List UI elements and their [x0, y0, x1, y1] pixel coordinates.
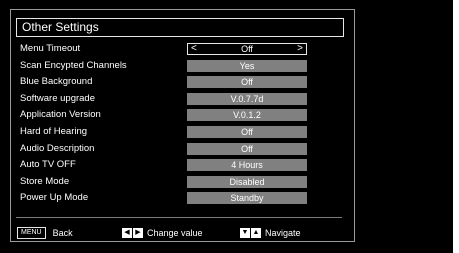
setting-value[interactable]: V.0.7.7d — [187, 92, 307, 105]
navigate-label: Navigate — [265, 227, 301, 238]
setting-label: Menu Timeout — [20, 43, 81, 54]
menu-key-icon: MENU — [17, 226, 46, 239]
footer-back-hint[interactable]: MENU Back — [17, 225, 73, 239]
setting-label: Application Version — [20, 109, 101, 121]
setting-value-selector[interactable]: < Off > — [187, 43, 307, 55]
up-arrow-key-icon: ▲ — [251, 227, 261, 238]
setting-label: Audio Description — [20, 142, 95, 154]
setting-label: Hard of Hearing — [20, 125, 88, 137]
setting-label: Blue Background — [20, 76, 93, 88]
arrow-left-icon[interactable]: < — [191, 44, 197, 54]
setting-row-software-upgrade[interactable]: Software upgrade V.0.7.7d — [16, 91, 346, 108]
footer-change-hint: ◀ ▶ Change value — [122, 225, 203, 239]
setting-label: Software upgrade — [20, 92, 95, 104]
change-value-label: Change value — [147, 227, 203, 238]
settings-list: Menu Timeout < Off > Scan Encypted Chann… — [16, 41, 346, 207]
setting-label: Scan Encypted Channels — [20, 59, 127, 71]
footer-navigate-hint: ▼ ▲ Navigate — [240, 225, 301, 239]
setting-value[interactable]: Off — [187, 76, 307, 89]
setting-label: Power Up Mode — [20, 192, 89, 204]
down-arrow-key-icon: ▼ — [240, 227, 250, 238]
setting-value[interactable]: Disabled — [187, 175, 307, 188]
footer-divider — [16, 217, 342, 218]
setting-row-hard-of-hearing[interactable]: Hard of Hearing Off — [16, 124, 346, 141]
right-arrow-key-icon: ▶ — [133, 227, 143, 238]
setting-row-power-up-mode[interactable]: Power Up Mode Standby — [16, 190, 346, 207]
setting-row-auto-tv-off[interactable]: Auto TV OFF 4 Hours — [16, 157, 346, 174]
setting-label: Auto TV OFF — [20, 159, 76, 171]
setting-value[interactable]: Yes — [187, 59, 307, 72]
setting-row-audio-description[interactable]: Audio Description Off — [16, 141, 346, 158]
setting-value[interactable]: 4 Hours — [187, 159, 307, 172]
setting-label: Store Mode — [20, 175, 70, 187]
left-arrow-key-icon: ◀ — [122, 227, 132, 238]
tv-screen: Other Settings Menu Timeout < Off > Scan… — [0, 0, 453, 253]
setting-value[interactable]: Standby — [187, 192, 307, 205]
setting-value[interactable]: Off — [187, 125, 307, 138]
setting-row-blue-background[interactable]: Blue Background Off — [16, 74, 346, 91]
setting-row-menu-timeout[interactable]: Menu Timeout < Off > — [16, 41, 346, 58]
setting-row-application-version[interactable]: Application Version V.0.1.2 — [16, 107, 346, 124]
setting-row-scan-encrypted-channels[interactable]: Scan Encypted Channels Yes — [16, 58, 346, 75]
setting-value[interactable]: V.0.1.2 — [187, 109, 307, 122]
back-label: Back — [52, 227, 73, 238]
setting-value[interactable]: Off — [187, 142, 307, 155]
menu-title: Other Settings — [16, 18, 344, 37]
setting-row-store-mode[interactable]: Store Mode Disabled — [16, 174, 346, 191]
setting-value: Off — [241, 44, 253, 54]
arrow-right-icon[interactable]: > — [297, 44, 303, 54]
